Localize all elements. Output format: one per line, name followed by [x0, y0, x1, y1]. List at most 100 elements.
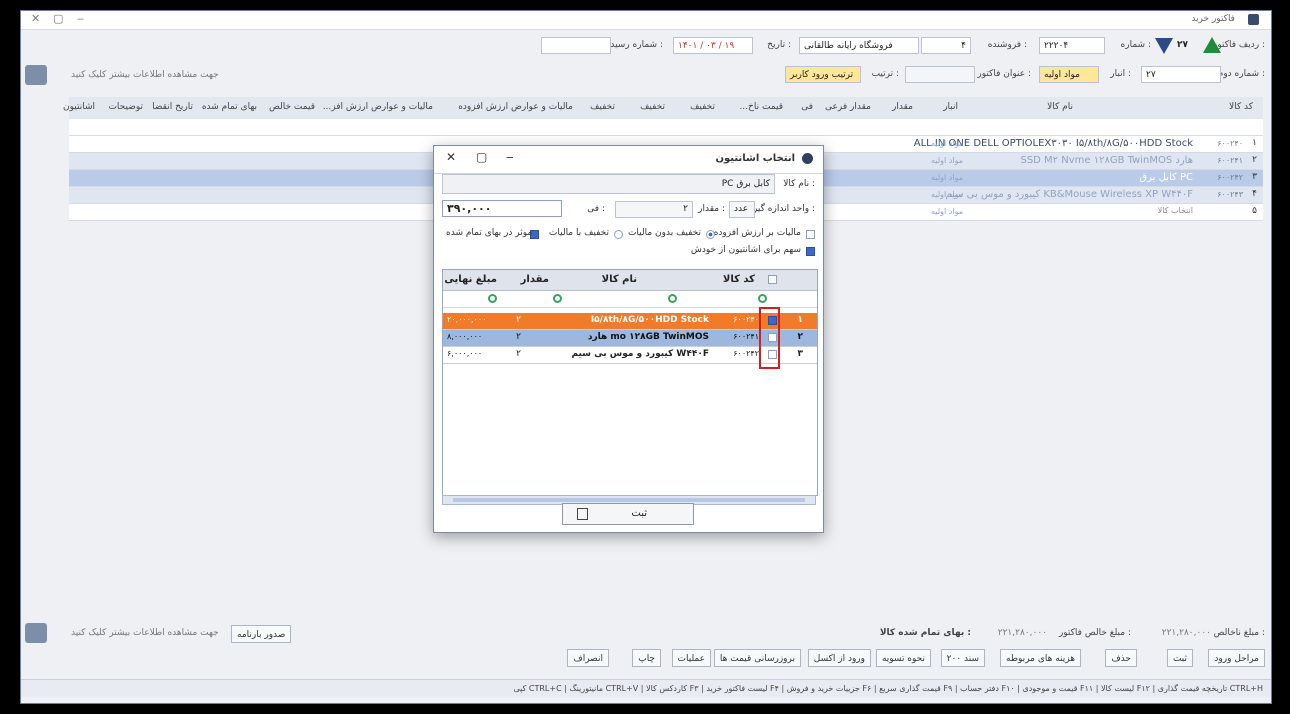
row2-label: شماره دوم :	[1217, 69, 1265, 79]
bonus-filter-row[interactable]	[443, 291, 817, 308]
number-value: ۲۷	[1177, 40, 1188, 50]
col-subqty[interactable]: مقدار فرعی	[825, 102, 871, 112]
dialog-fee-field[interactable]: ۳۹۰,۰۰۰	[442, 200, 562, 217]
row-name: SSD M۲ Nvme ۱۲۸GB TwinMOS هارد	[1020, 155, 1193, 166]
filter-icon[interactable]	[553, 294, 562, 303]
seller-code[interactable]: ۴	[921, 37, 971, 54]
row-warehouse: مواد اولیه	[931, 190, 963, 199]
dialog-close-icon[interactable]: ✕	[446, 150, 456, 164]
grid-filter-row[interactable]	[69, 119, 1263, 136]
row-final: ۸,۰۰۰,۰۰۰	[447, 332, 483, 341]
row-name: I۵/۸th/۸G/۵۰۰HDD Stock	[590, 315, 709, 325]
dialog-save-button[interactable]: ثبت	[562, 503, 694, 525]
share-checkbox[interactable]	[806, 247, 815, 256]
steps-button[interactable]: مراحل ورود	[1208, 649, 1265, 667]
minimize-icon[interactable]: ‒	[77, 12, 84, 25]
excel-import-button[interactable]: ورود از اکسل	[807, 649, 871, 667]
col-cost[interactable]: بهای تمام شده	[202, 102, 257, 112]
col-fee[interactable]: فی	[801, 102, 813, 112]
col-vat-2[interactable]: مالیات و عوارض ارزش افز...	[323, 102, 433, 112]
settlement-button[interactable]: نحوه تسویه	[875, 649, 931, 667]
row-number: ۵	[1252, 206, 1257, 216]
col-name[interactable]: نام کالا	[1047, 102, 1073, 112]
fiscal-field[interactable]: ۲۲۲۰۴	[1039, 37, 1105, 54]
dialog-maximize-icon[interactable]: ▢	[476, 150, 487, 164]
header-row-1: ردیف فاکتور : ۲۷ شماره : ۲۲۲۰۴ فروشنده :…	[21, 35, 1271, 61]
footer-details-toggle[interactable]	[25, 623, 47, 643]
details-toggle[interactable]	[25, 65, 47, 85]
col-expiry[interactable]: تاریخ انقضا	[152, 102, 193, 112]
close-icon[interactable]: ✕	[31, 12, 40, 25]
dialog-product-label: نام کالا :	[783, 179, 815, 189]
action-toolbar: مراحل ورود ثبت حذف هزینه های مربوطه سند …	[21, 649, 1271, 673]
col-bonus-final[interactable]: مبلغ نهایی	[444, 274, 497, 285]
share-label: سهم برای اشانتیون از خودش	[690, 245, 801, 255]
operations-button[interactable]: عملیات	[671, 649, 711, 667]
vat-checkbox[interactable]	[806, 230, 815, 239]
seller-name[interactable]: فروشگاه رایانه طالقانی	[799, 37, 919, 54]
footer-details-hint[interactable]: جهت مشاهده اطلاعات بیشتر کلیک کنید	[71, 628, 219, 638]
invoice-title-field[interactable]	[905, 66, 975, 83]
warehouse-field[interactable]: مواد اولیه	[1039, 66, 1099, 83]
col-desc[interactable]: توضیحات	[108, 102, 143, 112]
col-discount-1[interactable]: تخفیف	[690, 102, 715, 112]
gross-label: مبلغ ناخالص :	[1213, 628, 1265, 638]
col-discount-2[interactable]: تخفیف	[640, 102, 665, 112]
scrollbar-thumb[interactable]	[453, 498, 805, 502]
gross-value: ۲۲۱,۲۸۰,۰۰۰	[1161, 628, 1211, 638]
row-name: کابل برق PC	[1139, 172, 1193, 183]
filter-icon[interactable]	[488, 294, 497, 303]
col-net[interactable]: قیمت خالص	[269, 102, 315, 112]
number-label: شماره :	[1120, 40, 1151, 50]
update-prices-button[interactable]: بروزرسانی قیمت ها	[713, 649, 801, 667]
col-bonus-qty[interactable]: مقدار	[521, 274, 549, 285]
order-label: ترتیب :	[871, 69, 899, 79]
filter-icon[interactable]	[758, 294, 767, 303]
delete-button[interactable]: حذف	[1105, 649, 1137, 667]
details-hint[interactable]: جهت مشاهده اطلاعات بیشتر کلیک کنید	[71, 70, 219, 80]
issue-waybill-button[interactable]: صدور بارنامه	[231, 625, 292, 643]
col-bonus-name[interactable]: نام کالا	[602, 274, 637, 285]
row-code: ۶۰۰۲۴۱	[733, 332, 759, 341]
bonus-table: کد کالا نام کالا مقدار مبلغ نهایی ۱ ۶۰۰۲…	[442, 269, 818, 496]
dialog-icon	[802, 153, 813, 164]
date-field[interactable]: ۱۴۰۱ / ۰۳ / ۱۹	[673, 37, 753, 54]
row2-field[interactable]: ۲۷	[1141, 66, 1221, 83]
costs-button[interactable]: هزینه های مربوطه	[1000, 649, 1081, 667]
save-button[interactable]: ثبت	[1166, 649, 1193, 667]
col-code[interactable]: کد کالا	[1229, 102, 1253, 112]
dialog-product-field: کابل برق PC	[442, 174, 775, 194]
row-warehouse: مواد اولیه	[931, 207, 963, 216]
maximize-icon[interactable]: ▢	[53, 12, 63, 25]
col-vat-1[interactable]: مالیات و عوارض ارزش افزوده	[458, 102, 573, 112]
col-bonus[interactable]: اشانتیون	[63, 102, 95, 112]
cancel-button[interactable]: انصراف	[567, 649, 609, 667]
col-bonus-code[interactable]: کد کالا	[723, 274, 755, 285]
dialog-unit-field: عدد	[729, 201, 755, 218]
nav-down-icon[interactable]	[1155, 38, 1173, 54]
title-bar: فاکتور خرید ✕ ▢ ‒	[21, 11, 1271, 30]
order-field[interactable]: ترتیب ورود کاربر	[785, 66, 861, 83]
filter-icon[interactable]	[668, 294, 677, 303]
row-name: کیبورد و موس بی سیم W۴۴۰F	[571, 349, 709, 359]
nav-up-icon[interactable]	[1203, 37, 1221, 53]
voucher-button[interactable]: سند ۲۰۰	[940, 649, 985, 667]
select-all-checkbox[interactable]	[768, 275, 777, 284]
dialog-qty-label: مقدار :	[698, 204, 725, 214]
print-button[interactable]: چاپ	[632, 649, 661, 667]
discount-no-tax-radio[interactable]	[706, 230, 715, 239]
receipt-field[interactable]	[541, 37, 611, 54]
row-qty: ۲	[516, 332, 521, 342]
dialog-title-bar: انتخاب اشانتیون ✕ ▢ ‒	[434, 146, 823, 172]
discount-tax-radio[interactable]	[614, 230, 623, 239]
warehouse-label: انبار :	[1110, 69, 1131, 79]
dialog-qty-field[interactable]: ۲	[615, 201, 693, 218]
col-warehouse[interactable]: انبار	[943, 102, 958, 112]
row-name: کیبورد و موس بی سیم KB&Mouse Wireless XP…	[945, 189, 1193, 200]
dialog-minimize-icon[interactable]: ‒	[506, 150, 514, 164]
seller-label: فروشنده :	[987, 40, 1027, 50]
col-qty[interactable]: مقدار	[892, 102, 913, 112]
col-discount-3[interactable]: تخفیف	[590, 102, 615, 112]
col-gross[interactable]: قیمت ناخ...	[739, 102, 783, 112]
row-warehouse: مواد اولیه	[931, 173, 963, 182]
